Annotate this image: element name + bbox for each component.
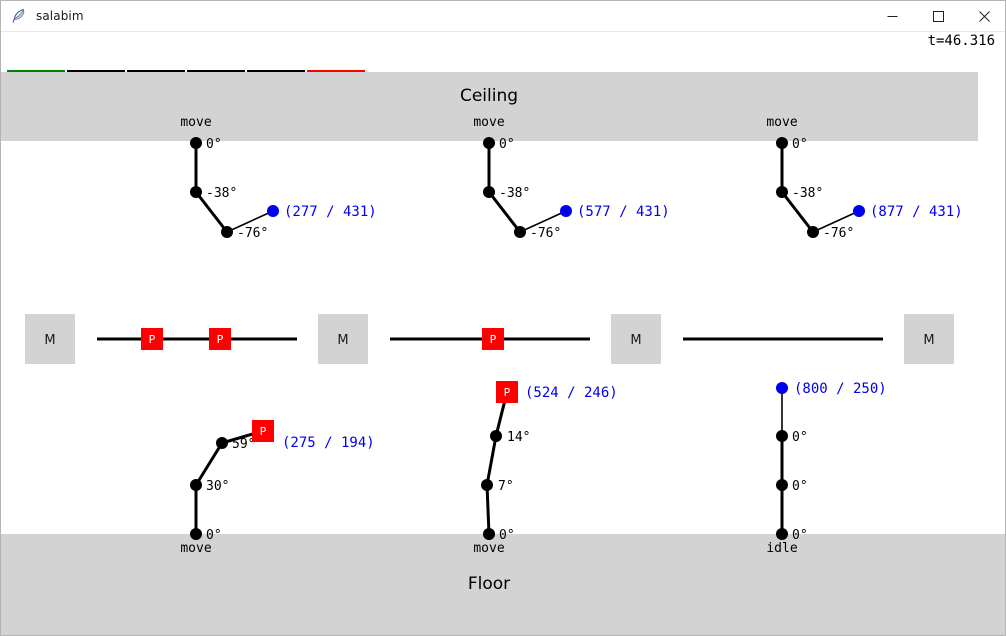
ceiling-robot-1-joint-1	[190, 137, 202, 149]
floor-robot-3-tip-marker	[776, 382, 788, 394]
ceiling-label: Ceiling	[460, 86, 518, 106]
floor-robot-3-angle-3: 0°	[792, 430, 808, 445]
ceiling-robot-2-coordinates: (577 / 431)	[577, 204, 670, 220]
ceiling-robot-3-joint-1	[776, 137, 788, 149]
ceiling-robot-3-joint-2	[776, 186, 788, 198]
window-title: salabim	[36, 9, 84, 23]
floor-robot-1-angle-2: 30°	[206, 479, 229, 494]
machine-4-label: M	[923, 333, 934, 348]
floor-robot-2-state: move	[473, 541, 504, 556]
ceiling-robot-1-angle-1: 0°	[206, 137, 222, 152]
simulation-time: t=46.316	[927, 33, 995, 49]
floor-label: Floor	[468, 574, 510, 594]
ceiling-robot-1-tip-marker	[267, 205, 279, 217]
ceiling-robot-3-angle-3: -76°	[823, 226, 854, 241]
ceiling-robot-3-angle-2: -38°	[792, 186, 823, 201]
floor-robot-2-link-2	[485, 435, 498, 486]
maximize-button[interactable]	[915, 1, 961, 32]
floor-robot-2-angle-3: 14°	[507, 430, 530, 445]
ceiling-robot-3-tip-marker	[853, 205, 865, 217]
floor-robot-3-joint-2	[776, 479, 788, 491]
maximize-icon	[932, 10, 944, 22]
machine-2-label: M	[337, 333, 348, 348]
floor-robot-3-joint-1	[776, 528, 788, 540]
window-controls	[869, 1, 1005, 32]
application-window: salabim Go/2*2SyncedTraceStopspeed = 4.0…	[0, 0, 1006, 636]
ceiling-robot-2-angle-1: 0°	[499, 137, 515, 152]
ceiling-robot-2-joint-2	[483, 186, 495, 198]
minimize-button[interactable]	[869, 1, 915, 32]
floor-robot-1-coordinates: (275 / 194)	[282, 435, 375, 451]
close-icon	[978, 10, 990, 22]
ceiling-robot-2-joint-3	[514, 226, 526, 238]
floor-robot-1-joint-1	[190, 528, 202, 540]
floor-robot-2-coordinates: (524 / 246)	[525, 385, 618, 401]
ceiling-robot-3-coordinates: (877 / 431)	[870, 204, 963, 220]
floor-robot-2-joint-2	[481, 479, 493, 491]
floor-robot-2-angle-2: 7°	[498, 479, 514, 494]
floor-robot-1-gripped-part-label: P	[260, 425, 267, 438]
close-button[interactable]	[961, 1, 1005, 32]
machine-3-label: M	[630, 333, 641, 348]
ceiling-robot-3-joint-3	[807, 226, 819, 238]
ceiling-robot-1-angle-2: -38°	[206, 186, 237, 201]
simulation-canvas: Ceiling Floor 0° -38° -76° (277 / 431) move 0° -…	[1, 72, 1005, 635]
floor-robot-3-joint-3	[776, 430, 788, 442]
feather-icon	[12, 8, 25, 23]
floor-robot-3-coordinates: (800 / 250)	[794, 381, 887, 397]
ceiling-robot-2-state: move	[473, 115, 504, 130]
floor-robot-1-angle-3: 59°	[232, 437, 255, 452]
conveyor-part-3-label: P	[490, 333, 497, 346]
ceiling-robot-3-angle-1: 0°	[792, 137, 808, 152]
ceiling-robot-2-tip-marker	[560, 205, 572, 217]
floor-robot-3-state: idle	[766, 541, 797, 556]
scene: Ceiling Floor 0° -38° -76° (277 / 431) move 0° -…	[1, 72, 1005, 635]
ceiling-robot-1-state: move	[180, 115, 211, 130]
floor-robot-1-state: move	[180, 541, 211, 556]
conveyor-part-2-label: P	[217, 333, 224, 346]
ceiling-band	[1, 72, 978, 141]
ceiling-robot-1-angle-3: -76°	[237, 226, 268, 241]
minimize-icon	[887, 15, 897, 17]
floor-robot-1-joint-2	[190, 479, 202, 491]
floor-robot-2-link-1	[485, 484, 491, 535]
machine-1-label: M	[44, 333, 55, 348]
simulation-toolbar: Go/2*2SyncedTraceStopspeed = 4.000= on= …	[1, 32, 1005, 115]
ceiling-robot-2-angle-3: -76°	[530, 226, 561, 241]
ceiling-robot-1-joint-2	[190, 186, 202, 198]
title-bar: salabim	[1, 1, 1005, 32]
conveyor-part-1-label: P	[149, 333, 156, 346]
floor-robot-2-joint-3	[490, 430, 502, 442]
floor-robot-1-joint-3	[216, 437, 228, 449]
ceiling-robot-1-joint-3	[221, 226, 233, 238]
ceiling-robot-3-state: move	[766, 115, 797, 130]
floor-robot-3-angle-2: 0°	[792, 479, 808, 494]
floor-robot-2-joint-1	[483, 528, 495, 540]
ceiling-robot-2-angle-2: -38°	[499, 186, 530, 201]
ceiling-robot-1-coordinates: (277 / 431)	[284, 204, 377, 220]
floor-robot-2-gripped-part-label: P	[504, 386, 511, 399]
ceiling-robot-2-joint-1	[483, 137, 495, 149]
